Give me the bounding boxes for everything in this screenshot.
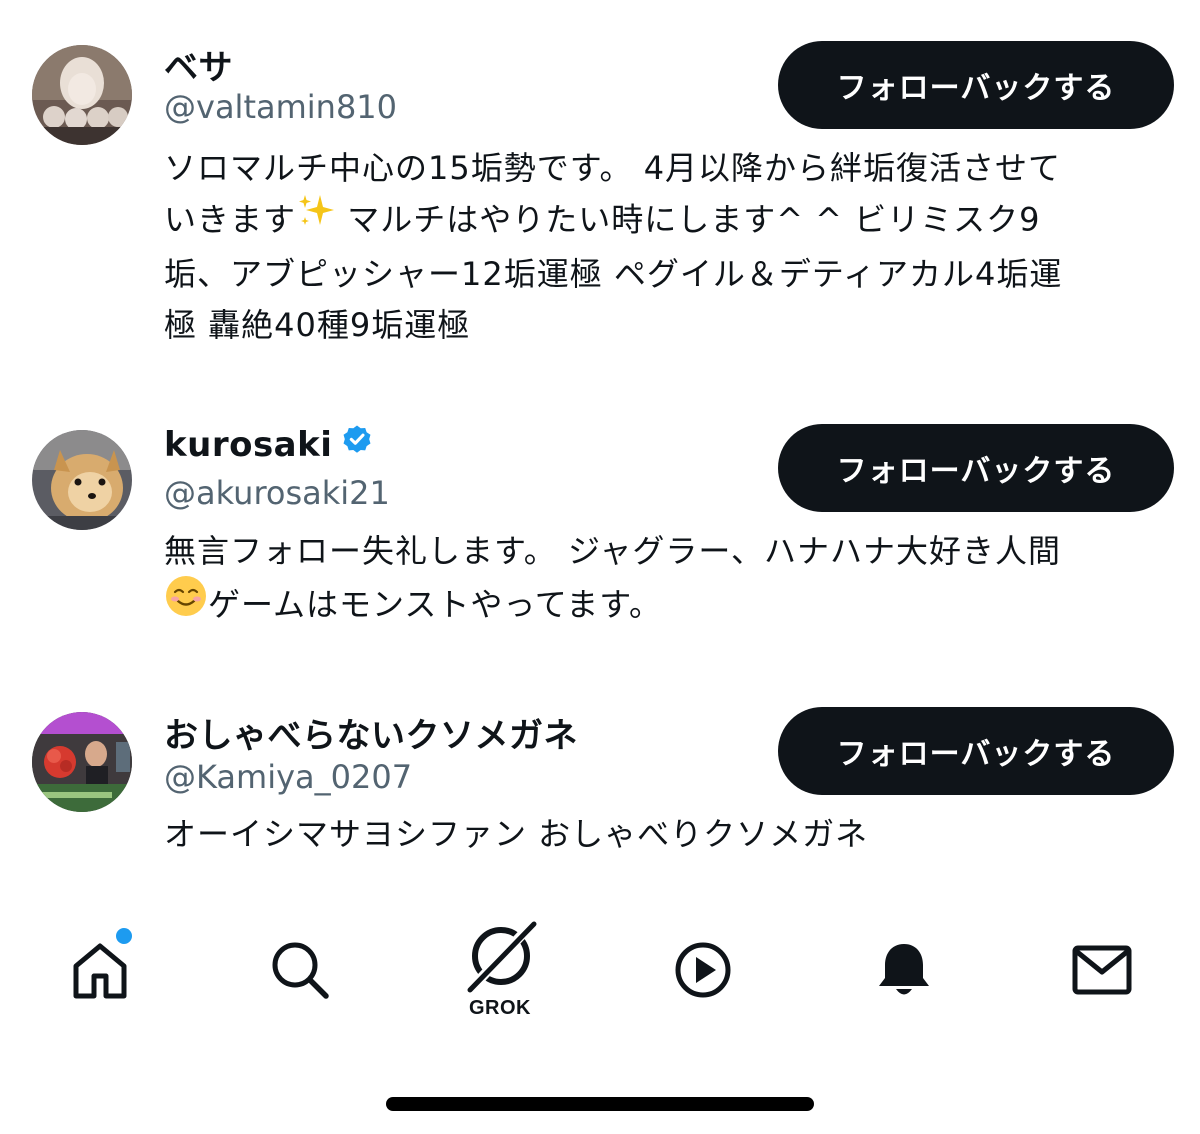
nav-video[interactable] [643, 910, 763, 1030]
user-bio: オーイシマサヨシファン おしゃべりクソメガネ [164, 809, 1174, 860]
video-play-icon [675, 942, 731, 998]
user-handle[interactable]: @Kamiya_0207 [164, 758, 412, 796]
sparkles-icon [296, 191, 336, 246]
bio-line: 極 轟絶40種9垢運極 [164, 306, 471, 344]
smiling-face-icon [164, 574, 208, 633]
display-name[interactable]: おしゃべらないクソメガネ [164, 708, 578, 757]
nav-home[interactable] [40, 910, 160, 1030]
nav-messages[interactable] [1042, 910, 1162, 1030]
bottom-nav: GROK [0, 910, 1200, 1030]
bio-line: 垢、アブピッシャー12垢運極 ペグイル＆デティアカル4垢運 [164, 255, 1063, 293]
user-row[interactable]: ベサ @valtamin810 フォローバックする ソロマルチ中心の15垢勢です… [0, 0, 1200, 370]
grok-icon [463, 919, 537, 997]
home-indicator[interactable] [386, 1097, 814, 1111]
follow-back-button[interactable]: フォローバックする [778, 707, 1174, 795]
search-icon [272, 942, 329, 999]
bell-icon [879, 944, 929, 995]
user-bio: ソロマルチ中心の15垢勢です。 4月以降から絆垢復活させて いきます マルチはや… [164, 143, 1174, 351]
nav-search[interactable] [240, 910, 360, 1030]
follow-back-button[interactable]: フォローバックする [778, 41, 1174, 129]
verified-badge-icon [340, 422, 374, 465]
nav-notifications[interactable] [844, 910, 964, 1030]
user-handle[interactable]: @akurosaki21 [164, 474, 390, 512]
user-bio: 無言フォロー失礼します。 ジャグラー、ハナハナ大好き人間 ゲームはモンストやって… [164, 526, 1174, 636]
avatar[interactable] [32, 45, 132, 145]
mail-icon [1072, 945, 1132, 995]
grok-label: GROK [469, 997, 531, 1019]
display-name[interactable]: kurosaki [164, 425, 374, 468]
user-handle[interactable]: @valtamin810 [164, 88, 397, 126]
avatar[interactable] [32, 430, 132, 530]
avatar[interactable] [32, 712, 132, 812]
nav-grok[interactable]: GROK [440, 910, 560, 1030]
user-row[interactable]: kurosaki @akurosaki21 フォローバックする 無言フォロー失礼… [0, 400, 1200, 660]
home-icon [73, 943, 127, 999]
notification-dot [116, 928, 132, 944]
user-row[interactable]: おしゃべらないクソメガネ @Kamiya_0207 フォローバックする オーイシ… [0, 690, 1200, 880]
bio-line: ソロマルチ中心の15垢勢です。 4月以降から絆垢復活させて [164, 149, 1062, 187]
bio-line: 無言フォロー失礼します。 ジャグラー、ハナハナ大好き人間 [164, 532, 1062, 570]
bio-line: いきます マルチはやりたい時にします^ ^ ビリミスク9 [164, 194, 1174, 249]
bio-line: オーイシマサヨシファン おしゃべりクソメガネ [164, 815, 869, 853]
bio-line: ゲームはモンストやってます。 [164, 574, 1174, 636]
display-name[interactable]: ベサ [164, 40, 233, 89]
follow-back-button[interactable]: フォローバックする [778, 424, 1174, 512]
